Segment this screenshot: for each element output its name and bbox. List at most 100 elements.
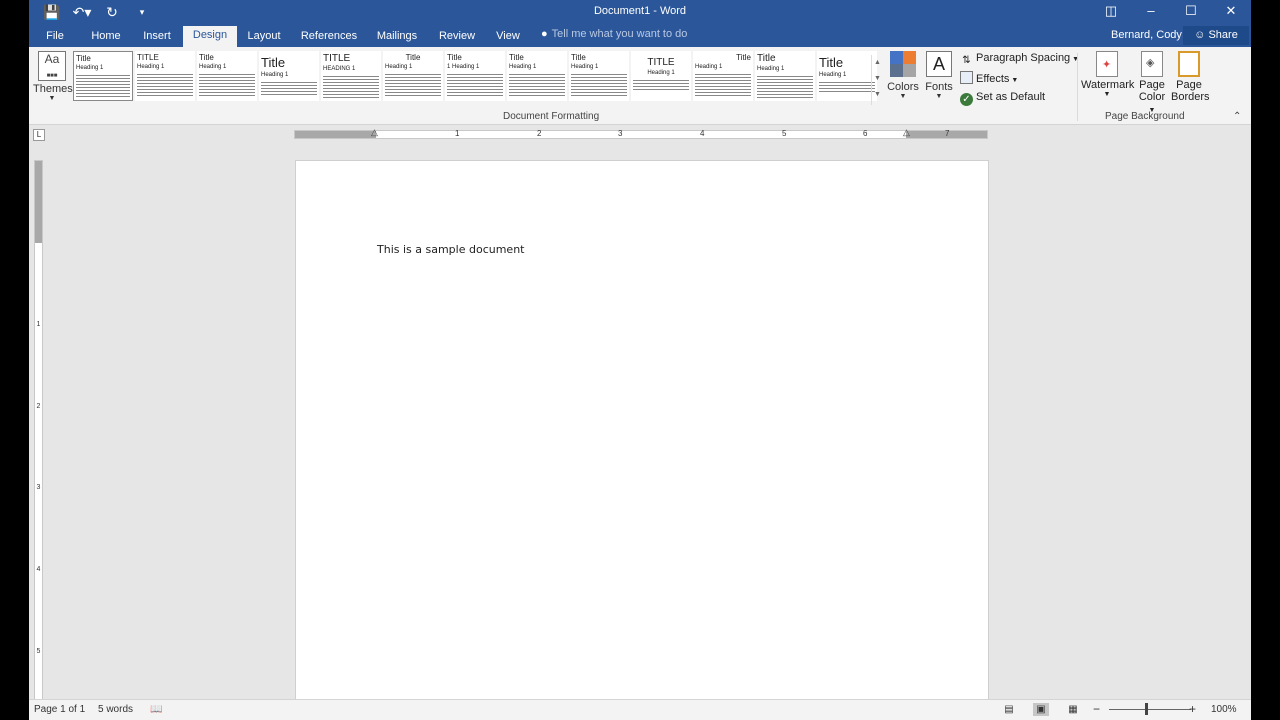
tab-layout[interactable]: Layout bbox=[243, 27, 285, 47]
tell-me-box[interactable]: ● Tell me what you want to do bbox=[541, 28, 687, 40]
word-count[interactable]: 5 words bbox=[98, 704, 133, 715]
style-set-heading: HEADING 1 bbox=[323, 66, 356, 72]
ruler-number: 6 bbox=[863, 129, 868, 138]
tab-insert[interactable]: Insert bbox=[139, 27, 175, 47]
style-set-thumb[interactable]: TITLE Heading 1 bbox=[135, 51, 195, 101]
style-set-thumb[interactable]: Title Heading 1 bbox=[755, 51, 815, 101]
style-set-thumb[interactable]: Title 1 Heading 1 bbox=[445, 51, 505, 101]
window-title: Document1 - Word bbox=[593, 5, 687, 17]
style-set-thumb[interactable]: Title Heading 1 bbox=[693, 51, 753, 101]
ruler-number: 3 bbox=[618, 129, 623, 138]
colors-label: Colors bbox=[887, 81, 919, 93]
person-icon: ☺ bbox=[1194, 29, 1206, 41]
style-set-heading: Heading 1 bbox=[76, 65, 104, 71]
scroll-up-icon[interactable]: ▲ bbox=[872, 55, 883, 71]
proofing-icon[interactable]: 📖 bbox=[150, 704, 162, 715]
paragraph-spacing-button[interactable]: ⇅ Paragraph Spacing ▼ bbox=[960, 52, 1079, 67]
style-set-preview bbox=[633, 78, 689, 90]
chevron-down-icon: ▼ bbox=[899, 93, 907, 100]
style-set-preview bbox=[323, 74, 379, 100]
user-name[interactable]: Bernard, Cody bbox=[1111, 29, 1182, 41]
print-layout-icon[interactable]: ▣ bbox=[1033, 703, 1049, 716]
style-set-heading: Heading 1 bbox=[695, 64, 723, 70]
ruler-number: 4 bbox=[36, 566, 41, 573]
watermark-label: Watermark bbox=[1081, 79, 1135, 91]
style-set-thumb[interactable]: Title Heading 1 bbox=[817, 51, 877, 101]
fonts-icon: A bbox=[926, 51, 952, 77]
themes-button[interactable]: Aa ■■■ Themes ▼ bbox=[33, 51, 73, 102]
ruler-number: 5 bbox=[782, 129, 787, 138]
paragraph-spacing-label: Paragraph Spacing bbox=[976, 52, 1071, 64]
horizontal-ruler[interactable]: 1 2 3 4 5 6 7 △ △ bbox=[294, 127, 988, 139]
page-count[interactable]: Page 1 of 1 bbox=[34, 704, 85, 715]
watermark-icon: ✦ bbox=[1096, 51, 1118, 77]
tab-mailings[interactable]: Mailings bbox=[373, 27, 421, 47]
zoom-level[interactable]: 100% bbox=[1211, 704, 1237, 715]
zoom-slider-thumb[interactable] bbox=[1145, 703, 1148, 715]
tab-design[interactable]: Design bbox=[183, 26, 237, 47]
collapse-ribbon-icon[interactable]: ⌃ bbox=[1233, 111, 1241, 122]
tab-file[interactable]: File bbox=[41, 27, 69, 47]
swatch-cell bbox=[890, 64, 903, 77]
tab-references[interactable]: References bbox=[299, 27, 359, 47]
zoom-in-icon[interactable]: + bbox=[1189, 702, 1196, 716]
style-set-thumb[interactable]: TITLE Heading 1 bbox=[631, 51, 691, 101]
set-as-default-button[interactable]: ✓ Set as Default bbox=[960, 91, 1045, 106]
style-set-preview bbox=[261, 80, 317, 96]
style-set-thumb[interactable]: Title Heading 1 bbox=[197, 51, 257, 101]
left-margin-area bbox=[295, 131, 376, 138]
tab-home[interactable]: Home bbox=[87, 27, 125, 47]
gallery-scroll[interactable]: ▲ ▼ ▼ bbox=[871, 55, 883, 105]
paragraph-spacing-icon: ⇅ bbox=[962, 55, 971, 66]
effects-button[interactable]: Effects ▼ bbox=[960, 71, 1018, 85]
checkmark-icon: ✓ bbox=[960, 93, 973, 106]
document-body-text[interactable]: This is a sample document bbox=[377, 243, 525, 256]
minimize-icon[interactable]: – bbox=[1131, 0, 1171, 22]
set-as-default-label: Set as Default bbox=[976, 91, 1046, 103]
tab-selector[interactable]: L bbox=[33, 129, 45, 141]
style-set-title: Title bbox=[571, 53, 586, 62]
page-borders-button[interactable]: Page Borders bbox=[1171, 51, 1210, 103]
window-controls: ◫ – ☐ ✕ bbox=[1091, 0, 1251, 22]
ruler-number: 7 bbox=[945, 129, 950, 138]
zoom-slider[interactable] bbox=[1109, 709, 1191, 710]
watermark-button[interactable]: ✦ Watermark ▼ bbox=[1081, 51, 1135, 98]
page-color-button[interactable]: ◈ Page Color ▼ bbox=[1135, 51, 1169, 115]
read-mode-icon[interactable]: ▤ bbox=[1001, 703, 1017, 716]
page-borders-label-line1: Page bbox=[1176, 79, 1202, 91]
style-set-thumb[interactable]: Title Heading 1 bbox=[259, 51, 319, 101]
style-set-thumb[interactable]: Title Heading 1 bbox=[73, 51, 133, 101]
themes-label: Themes bbox=[33, 83, 73, 95]
style-set-thumb[interactable]: Title Heading 1 bbox=[569, 51, 629, 101]
style-set-thumb[interactable]: TITLE HEADING 1 bbox=[321, 51, 381, 101]
right-indent-marker-icon[interactable]: △ bbox=[903, 127, 910, 138]
swatch-cell bbox=[903, 64, 916, 77]
style-set-heading: Heading 1 bbox=[509, 64, 537, 70]
style-set-thumb[interactable]: Title Heading 1 bbox=[507, 51, 567, 101]
scroll-down-icon[interactable]: ▼ bbox=[872, 71, 883, 87]
ruler-number: 4 bbox=[700, 129, 705, 138]
tab-view[interactable]: View bbox=[493, 27, 523, 47]
style-set-heading: Heading 1 bbox=[819, 72, 847, 78]
ribbon-display-icon[interactable]: ◫ bbox=[1091, 0, 1131, 22]
ruler-number: 1 bbox=[455, 129, 460, 138]
gallery-more-icon[interactable]: ▼ bbox=[872, 87, 883, 103]
fonts-button[interactable]: A Fonts ▼ bbox=[923, 51, 955, 100]
tab-review[interactable]: Review bbox=[437, 27, 477, 47]
maximize-icon[interactable]: ☐ bbox=[1171, 0, 1211, 22]
style-set-thumb[interactable]: Title Heading 1 bbox=[383, 51, 443, 101]
web-layout-icon[interactable]: ▦ bbox=[1065, 703, 1081, 716]
zoom-out-icon[interactable]: − bbox=[1093, 702, 1100, 716]
colors-button[interactable]: Colors ▼ bbox=[887, 51, 919, 100]
indent-marker-icon[interactable]: △ bbox=[371, 127, 378, 138]
page-borders-icon bbox=[1178, 51, 1200, 77]
style-set-preview bbox=[509, 72, 565, 98]
top-margin-area bbox=[35, 161, 42, 243]
style-set-heading: Heading 1 bbox=[199, 64, 227, 70]
vertical-ruler[interactable]: 1 2 3 4 5 bbox=[34, 160, 43, 700]
close-icon[interactable]: ✕ bbox=[1211, 0, 1251, 22]
share-button[interactable]: ☺ Share bbox=[1183, 26, 1249, 45]
document-page[interactable]: This is a sample document bbox=[295, 160, 989, 700]
style-set-title: Title bbox=[509, 53, 524, 62]
style-set-title: Title bbox=[405, 53, 421, 62]
